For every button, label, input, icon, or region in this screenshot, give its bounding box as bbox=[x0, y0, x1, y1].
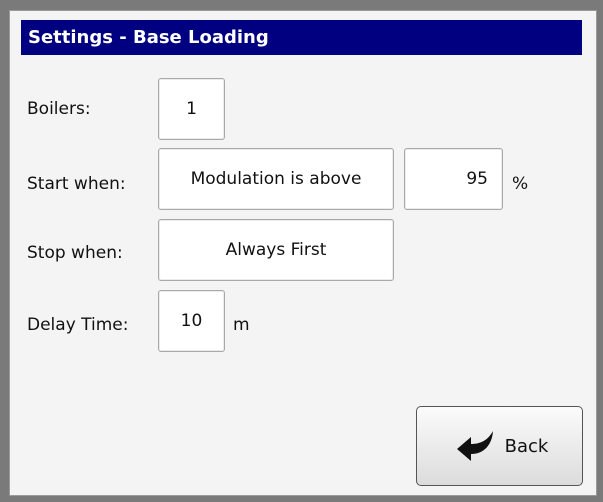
back-arrow-icon bbox=[451, 429, 499, 463]
delay-time-field[interactable]: 10 bbox=[158, 290, 225, 352]
boilers-label: Boilers: bbox=[27, 99, 91, 119]
back-button[interactable]: Back bbox=[416, 406, 583, 486]
start-condition-select[interactable]: Modulation is above bbox=[158, 148, 394, 210]
stop-condition-value: Always First bbox=[225, 240, 327, 260]
page-title: Settings - Base Loading bbox=[21, 20, 582, 55]
delay-time-unit: m bbox=[233, 315, 250, 335]
start-threshold-field[interactable]: 95 bbox=[404, 148, 503, 210]
start-when-label: Start when: bbox=[27, 174, 126, 194]
start-threshold-unit: % bbox=[512, 174, 529, 194]
delay-time-value: 10 bbox=[180, 311, 203, 331]
boilers-field[interactable]: 1 bbox=[158, 78, 225, 140]
boilers-value: 1 bbox=[186, 99, 197, 119]
stop-when-label: Stop when: bbox=[27, 243, 123, 263]
stop-condition-select[interactable]: Always First bbox=[158, 219, 394, 281]
start-threshold-value: 95 bbox=[466, 169, 488, 189]
delay-time-label: Delay Time: bbox=[27, 315, 129, 335]
back-button-label: Back bbox=[504, 435, 549, 457]
start-condition-value: Modulation is above bbox=[190, 169, 362, 189]
